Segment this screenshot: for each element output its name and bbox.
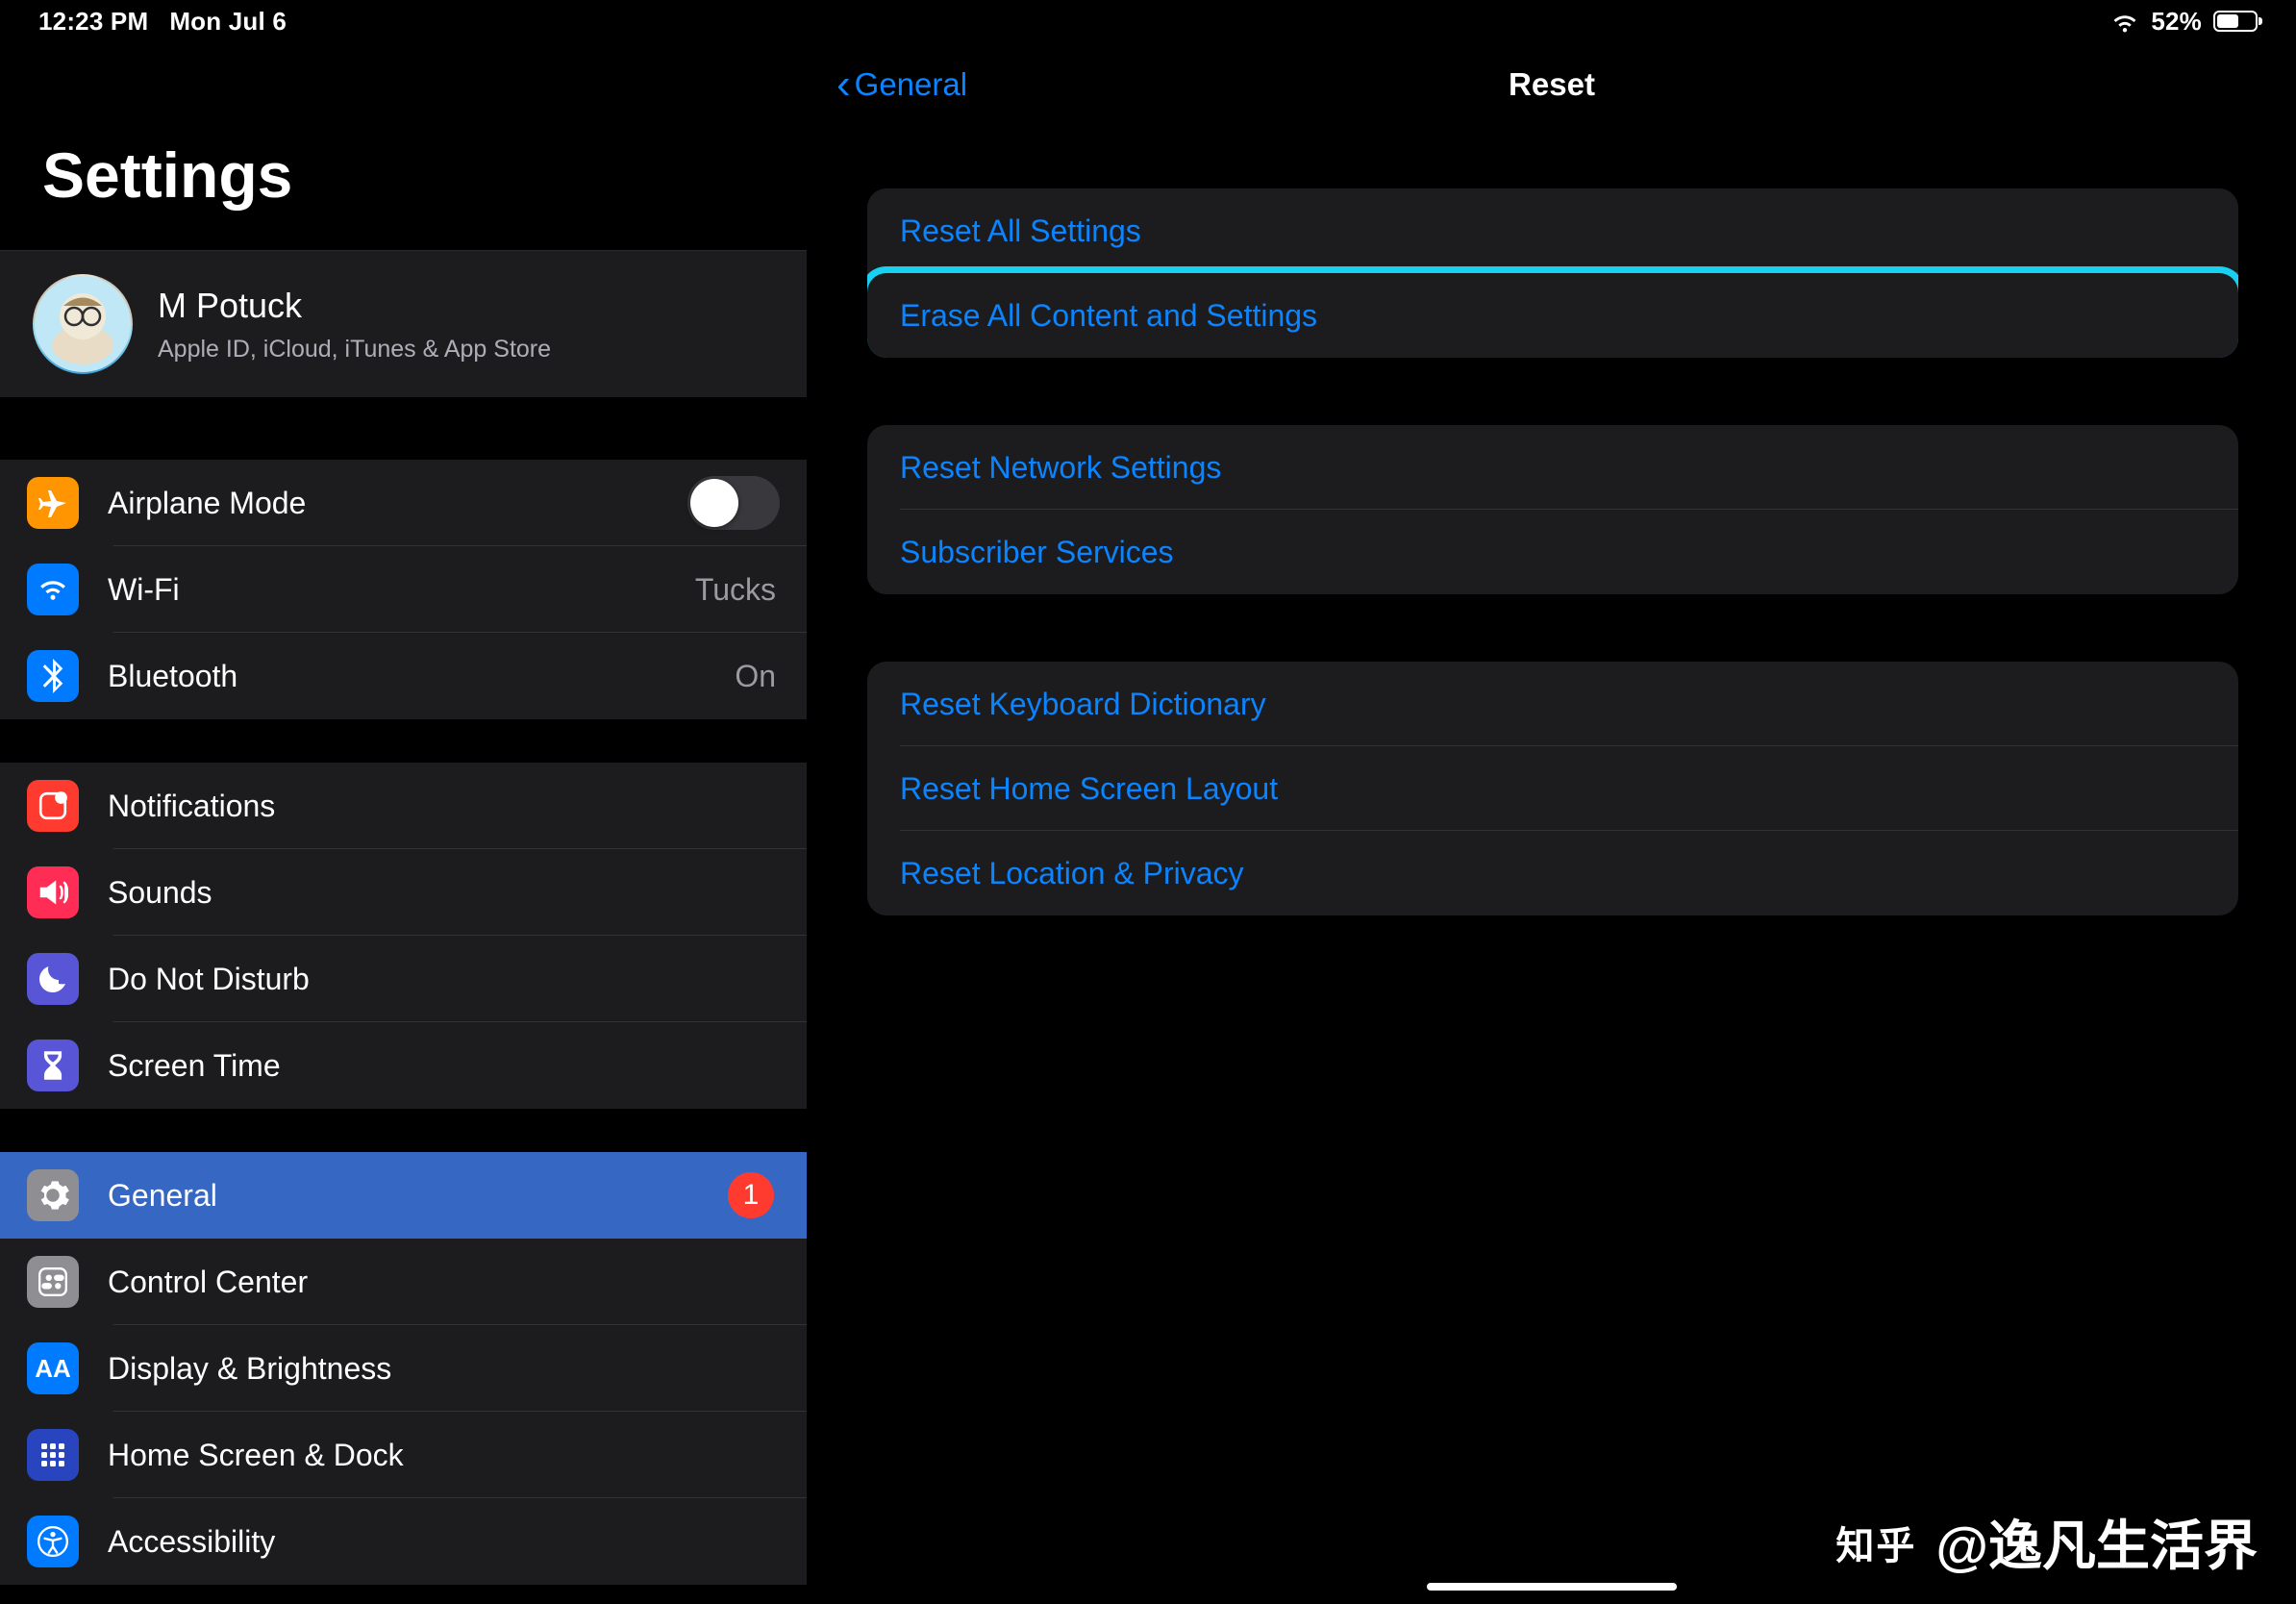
sidebar-item-value: On [735, 659, 776, 694]
screentime-icon [27, 1040, 79, 1091]
sidebar-item-label: General [108, 1178, 217, 1214]
status-time: 12:23 PM [38, 7, 148, 37]
sidebar-item-dnd[interactable]: Do Not Disturb [0, 936, 807, 1022]
sidebar-item-label: Notifications [108, 789, 275, 824]
reset-home-layout[interactable]: Reset Home Screen Layout [867, 746, 2238, 831]
reset-group-1: Reset Network Settings Subscriber Servic… [867, 425, 2238, 594]
sidebar-item-label: Sounds [108, 875, 212, 911]
airplane-toggle[interactable] [687, 476, 780, 530]
appleid-sub: Apple ID, iCloud, iTunes & App Store [158, 336, 551, 363]
reset-location-privacy[interactable]: Reset Location & Privacy [867, 831, 2238, 915]
sounds-icon [27, 866, 79, 918]
subscriber-services[interactable]: Subscriber Services [867, 510, 2238, 594]
sidebar-item-display[interactable]: AA Display & Brightness [0, 1325, 807, 1412]
sidebar-item-label: Screen Time [108, 1048, 281, 1084]
detail-nav: ‹ General Reset [808, 42, 2296, 127]
page-title: Settings [0, 42, 807, 250]
detail-panel: ‹ General Reset Reset All Settings Erase… [808, 42, 2296, 1604]
home-screen-icon [27, 1429, 79, 1481]
sidebar-item-label: Wi-Fi [108, 572, 180, 608]
sidebar-item-label: Accessibility [108, 1524, 275, 1560]
gear-icon [27, 1169, 79, 1221]
sidebar-item-homescreen[interactable]: Home Screen & Dock [0, 1412, 807, 1498]
dnd-icon [27, 953, 79, 1005]
sidebar-item-screentime[interactable]: Screen Time [0, 1022, 807, 1109]
reset-network[interactable]: Reset Network Settings [867, 425, 2238, 510]
sidebar-group-0: Airplane Mode Wi-Fi Tucks Bluetooth On [0, 460, 807, 719]
airplane-icon [27, 477, 79, 529]
display-icon: AA [27, 1342, 79, 1394]
sidebar-item-value: Tucks [695, 572, 776, 608]
watermark: 知乎 @逸凡生活界 [1835, 1503, 2258, 1581]
sidebar-item-wifi[interactable]: Wi-Fi Tucks [0, 546, 807, 633]
avatar [33, 274, 133, 374]
sidebar-item-label: Airplane Mode [108, 486, 306, 521]
appleid-name: M Potuck [158, 286, 551, 326]
sidebar-item-accessibility[interactable]: Accessibility [0, 1498, 807, 1585]
sidebar-item-notifications[interactable]: Notifications [0, 763, 807, 849]
sidebar-group-2: General 1 Control Center AA Display & Br… [0, 1152, 807, 1585]
status-date: Mon Jul 6 [169, 7, 287, 37]
settings-sidebar: Settings M Potuck Apple ID, iCloud, iTun… [0, 42, 808, 1604]
sidebar-item-label: Display & Brightness [108, 1351, 391, 1387]
wifi-settings-icon [27, 564, 79, 615]
reset-all-settings[interactable]: Reset All Settings [867, 188, 2238, 273]
sidebar-group-1: Notifications Sounds Do Not Disturb Scre… [0, 763, 807, 1109]
wifi-icon [2110, 11, 2139, 32]
sidebar-item-controlcenter[interactable]: Control Center [0, 1239, 807, 1325]
appleid-row[interactable]: M Potuck Apple ID, iCloud, iTunes & App … [0, 250, 807, 398]
sidebar-item-airplane[interactable]: Airplane Mode [0, 460, 807, 546]
bluetooth-icon [27, 650, 79, 702]
back-label: General [855, 66, 967, 103]
sidebar-item-label: Bluetooth [108, 659, 237, 694]
sidebar-item-label: Do Not Disturb [108, 962, 310, 997]
back-button[interactable]: ‹ General [836, 63, 967, 106]
erase-all-content[interactable]: Erase All Content and Settings [867, 273, 2238, 358]
control-center-icon [27, 1256, 79, 1308]
sidebar-item-label: Home Screen & Dock [108, 1438, 404, 1473]
reset-group-0: Reset All Settings Erase All Content and… [867, 188, 2238, 358]
home-indicator[interactable] [1427, 1583, 1677, 1591]
chevron-left-icon: ‹ [836, 63, 851, 106]
battery-pct: 52% [2151, 7, 2202, 37]
sidebar-item-sounds[interactable]: Sounds [0, 849, 807, 936]
status-bar: 12:23 PM Mon Jul 6 52% [0, 0, 2296, 42]
reset-group-2: Reset Keyboard Dictionary Reset Home Scr… [867, 662, 2238, 915]
detail-title: Reset [1509, 66, 1595, 103]
accessibility-icon [27, 1516, 79, 1567]
notifications-icon [27, 780, 79, 832]
battery-icon [2213, 11, 2258, 32]
sidebar-item-bluetooth[interactable]: Bluetooth On [0, 633, 807, 719]
sidebar-item-general[interactable]: General 1 [0, 1152, 807, 1239]
notification-badge: 1 [728, 1172, 774, 1218]
reset-keyboard[interactable]: Reset Keyboard Dictionary [867, 662, 2238, 746]
sidebar-item-label: Control Center [108, 1265, 308, 1300]
